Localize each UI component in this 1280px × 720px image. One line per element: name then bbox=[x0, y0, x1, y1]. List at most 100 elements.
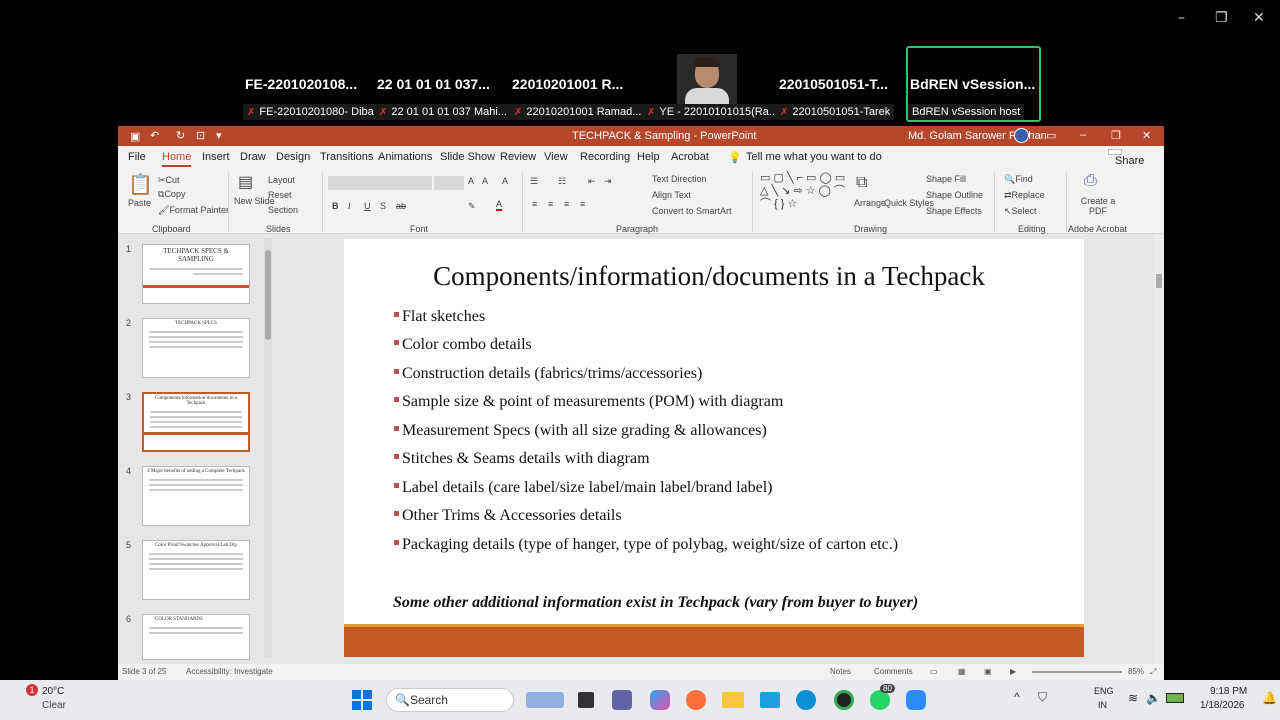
bullet-item[interactable]: Sample size & point of measurements (POM… bbox=[394, 393, 783, 411]
align-right-icon[interactable]: ≡ bbox=[564, 199, 569, 209]
align-center-icon[interactable]: ≡ bbox=[548, 199, 553, 209]
edge-icon[interactable] bbox=[796, 690, 816, 710]
tab-recording[interactable]: Recording bbox=[580, 151, 630, 163]
whatsapp-icon[interactable] bbox=[870, 690, 890, 710]
create-pdf-icon[interactable]: ⎙ bbox=[1084, 172, 1097, 190]
tab-help[interactable]: Help bbox=[637, 151, 660, 163]
task-view-icon[interactable] bbox=[578, 692, 594, 708]
ppt-minimize-button[interactable]: – bbox=[1080, 129, 1086, 141]
weather-temp[interactable]: 20°C bbox=[42, 686, 64, 697]
participant-video[interactable] bbox=[677, 54, 737, 106]
bullet-item[interactable]: Label details (care label/size label/mai… bbox=[394, 479, 772, 497]
slide-thumbnail[interactable]: TECHPACK SPECS & SAMPLING bbox=[142, 244, 250, 304]
bullet-item[interactable]: Stitches & Seams details with diagram bbox=[394, 450, 650, 468]
present-icon[interactable]: ⊡ bbox=[196, 129, 205, 142]
create-pdf-button[interactable]: Create a PDF bbox=[1078, 196, 1118, 216]
slideshow-view-icon[interactable]: ▶ bbox=[1010, 667, 1016, 676]
minimize-button[interactable]: – bbox=[1178, 10, 1185, 26]
cut-button[interactable]: ✂ Cut bbox=[158, 175, 180, 186]
slide-thumbnails-pane[interactable]: 1 TECHPACK SPECS & SAMPLING 2 TECHPACK S… bbox=[118, 234, 274, 664]
sorter-view-icon[interactable]: ▦ bbox=[958, 667, 966, 676]
close-button[interactable]: ✕ bbox=[1253, 10, 1265, 26]
restore-button[interactable]: ❐ bbox=[1215, 10, 1228, 26]
convert-smartart-button[interactable]: Convert to SmartArt bbox=[652, 206, 732, 216]
text-direction-button[interactable]: Text Direction bbox=[652, 174, 707, 184]
tell-me-search[interactable]: Tell me what you want to do bbox=[746, 151, 882, 163]
volume-icon[interactable]: 🔈 bbox=[1146, 691, 1161, 705]
paste-icon[interactable]: 📋 bbox=[128, 172, 153, 197]
participant-tile-name[interactable]: 22 01 01 01 037... bbox=[377, 76, 490, 92]
slide-thumbnail-selected[interactable]: Components/information/documents in a Te… bbox=[142, 392, 250, 452]
find-button[interactable]: 🔍 Find bbox=[1004, 174, 1033, 185]
arrange-button[interactable]: Arrange bbox=[854, 198, 886, 208]
participant-tile-name[interactable]: FE-2201020108... bbox=[245, 76, 357, 92]
bullet-item[interactable]: Measurement Specs (with all size grading… bbox=[394, 422, 767, 440]
comments-button[interactable]: Comments bbox=[874, 667, 913, 676]
font-name-box[interactable] bbox=[328, 176, 432, 190]
reading-view-icon[interactable]: ▣ bbox=[984, 667, 992, 676]
slide-editor[interactable]: Components/information/documents in a Te… bbox=[274, 234, 1164, 664]
underline-icon[interactable]: U bbox=[364, 201, 371, 211]
tab-draw[interactable]: Draw bbox=[240, 151, 266, 163]
editor-scroll-thumb[interactable] bbox=[1156, 274, 1162, 288]
bullet-item[interactable]: Other Trims & Accessories details bbox=[394, 507, 622, 525]
shape-fill-button[interactable]: Shape Fill bbox=[926, 174, 966, 184]
teams-icon[interactable] bbox=[612, 690, 632, 710]
weather-desc[interactable]: Clear bbox=[42, 700, 66, 711]
align-text-button[interactable]: Align Text bbox=[652, 190, 691, 200]
replace-button[interactable]: ⇄ Replace bbox=[1004, 190, 1045, 201]
tab-acrobat[interactable]: Acrobat bbox=[671, 151, 709, 163]
font-size-box[interactable] bbox=[434, 176, 464, 190]
undo-icon[interactable]: ↶ bbox=[150, 129, 159, 142]
bullet-item[interactable]: Flat sketches bbox=[394, 308, 485, 326]
slide-thumbnail[interactable]: COLOR STANDARDS bbox=[142, 614, 250, 660]
new-slide-icon[interactable]: ▤ bbox=[238, 172, 253, 192]
bullets-icon[interactable]: ☰ bbox=[530, 176, 538, 187]
clock-time[interactable]: 9:18 PM bbox=[1210, 686, 1247, 697]
slide-thumbnail[interactable]: Color Proof/Swatches Approval/Lab Dip bbox=[142, 540, 250, 600]
zoom-slider[interactable] bbox=[1032, 671, 1122, 673]
tray-overflow-icon[interactable]: ^ bbox=[1014, 690, 1020, 704]
slide-title[interactable]: Components/information/documents in a Te… bbox=[344, 261, 1074, 292]
tab-view[interactable]: View bbox=[544, 151, 568, 163]
shape-effects-button[interactable]: Shape Effects bbox=[926, 206, 982, 216]
justify-icon[interactable]: ≡ bbox=[580, 199, 585, 209]
thumbs-scroll-thumb[interactable] bbox=[265, 250, 271, 340]
shadow-icon[interactable]: S bbox=[380, 201, 386, 211]
align-left-icon[interactable]: ≡ bbox=[532, 199, 537, 209]
italic-icon[interactable]: I bbox=[348, 201, 351, 211]
slide-footer-note[interactable]: Some other additional information exist … bbox=[393, 594, 918, 612]
copy-button[interactable]: ⧉ Copy bbox=[158, 189, 185, 200]
font-color-icon[interactable]: A bbox=[496, 199, 503, 211]
tab-file[interactable]: File bbox=[128, 151, 146, 163]
normal-view-icon[interactable]: ▭ bbox=[930, 667, 938, 676]
outdent-icon[interactable]: ⇥ bbox=[604, 176, 612, 187]
indent-icon[interactable]: ⇤ bbox=[588, 176, 596, 187]
highlight-icon[interactable]: ✎ bbox=[468, 201, 476, 212]
ppt-restore-button[interactable]: ❐ bbox=[1111, 129, 1121, 142]
numbering-icon[interactable]: ☷ bbox=[558, 176, 566, 187]
tab-insert[interactable]: Insert bbox=[202, 151, 230, 163]
chrome-icon[interactable] bbox=[834, 690, 854, 710]
redo-icon[interactable]: ↻ bbox=[176, 129, 185, 142]
clock-date[interactable]: 1/18/2026 bbox=[1200, 700, 1245, 711]
slide-thumbnail[interactable]: 4 Major benefits of adding a Complete Te… bbox=[142, 466, 250, 526]
reset-button[interactable]: Reset bbox=[268, 190, 292, 200]
paste-button[interactable]: Paste bbox=[128, 198, 151, 208]
firefox-icon[interactable] bbox=[686, 690, 706, 710]
tab-transitions[interactable]: Transitions bbox=[320, 151, 373, 163]
zoom-app-icon[interactable] bbox=[906, 690, 926, 710]
ribbon-display-icon[interactable]: ▭ bbox=[1046, 129, 1056, 142]
bold-icon[interactable]: B bbox=[332, 201, 339, 211]
bullet-item[interactable]: Color combo details bbox=[394, 336, 532, 354]
file-explorer-icon[interactable] bbox=[722, 692, 744, 708]
copilot-icon[interactable] bbox=[650, 690, 670, 710]
security-icon[interactable]: ⛉ bbox=[1038, 690, 1047, 705]
save-icon[interactable]: ▣ bbox=[130, 130, 140, 143]
ppt-close-button[interactable]: ✕ bbox=[1142, 129, 1151, 142]
section-button[interactable]: Section bbox=[268, 205, 298, 215]
tab-review[interactable]: Review bbox=[500, 151, 536, 163]
tab-home[interactable]: Home bbox=[162, 151, 192, 167]
tab-animations[interactable]: Animations bbox=[378, 151, 432, 163]
participant-tile-name[interactable]: 22010201001 R... bbox=[512, 76, 623, 92]
